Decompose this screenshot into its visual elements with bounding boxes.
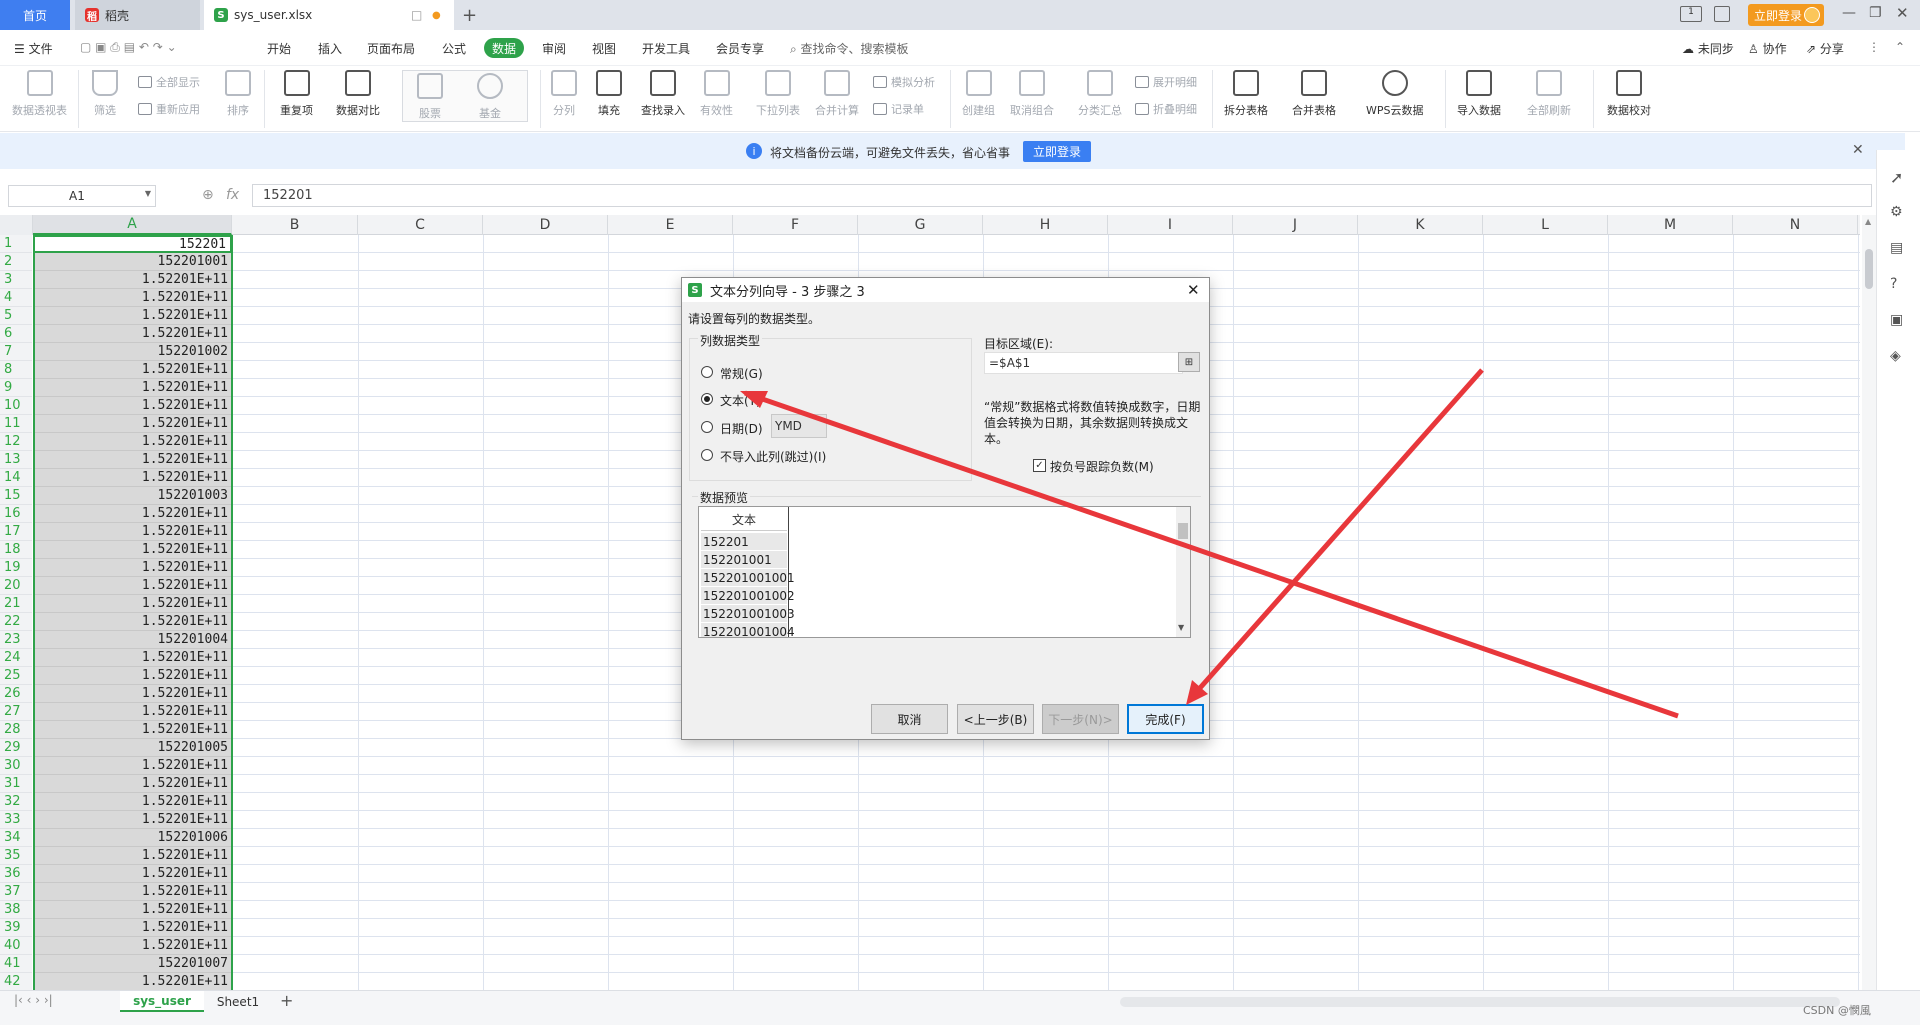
annotation-arrows: [740, 368, 1679, 719]
annotation-arrow-to-text-option: [744, 390, 1679, 719]
arrowhead-icon: [740, 391, 768, 408]
annotation-arrow-to-finish: [1190, 368, 1484, 699]
watermark: CSDN @憫風: [1803, 1004, 1871, 1017]
